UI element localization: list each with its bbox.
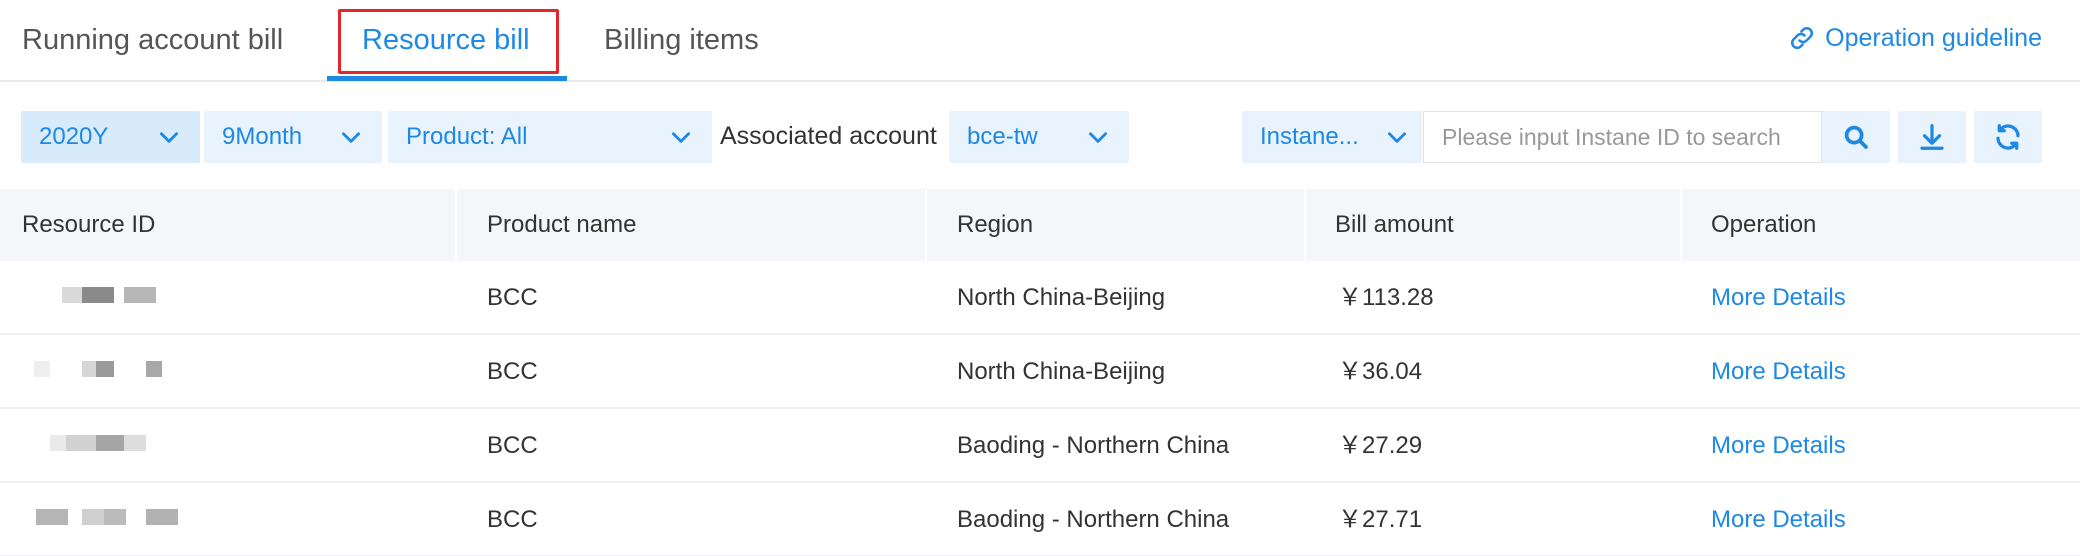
column-header-resource-id[interactable]: Resource ID <box>22 189 155 261</box>
more-details-link[interactable]: More Details <box>1711 409 1846 483</box>
product-select[interactable]: Product: All <box>388 111 712 163</box>
product-value: Product: All <box>406 123 528 150</box>
bill-amount-cell: ￥27.29 <box>1338 432 1423 459</box>
region-cell: North China-Beijing <box>957 358 1166 385</box>
download-icon <box>1920 124 1944 150</box>
table-row: BCC Baoding - Northern China ￥27.29 More… <box>0 409 2080 483</box>
redacted-resource-id <box>62 287 172 305</box>
account-select[interactable]: bce-tw <box>949 111 1129 163</box>
more-details-link[interactable]: More Details <box>1711 335 1846 409</box>
operation-guideline-link[interactable]: Operation guideline <box>1787 18 2042 58</box>
product-name-cell: BCC <box>487 432 538 459</box>
region-cell: Baoding - Northern China <box>957 432 1230 459</box>
highlight-annotation-box <box>338 9 559 74</box>
instance-type-select[interactable]: Instane... <box>1242 111 1422 163</box>
chevron-down-icon <box>1089 132 1107 143</box>
column-header-region[interactable]: Region <box>957 189 1033 261</box>
bill-amount-cell: ￥113.28 <box>1338 284 1434 311</box>
chevron-down-icon <box>342 132 360 143</box>
download-button[interactable] <box>1898 111 1966 163</box>
year-value: 2020Y <box>39 123 109 150</box>
bill-amount-cell: ￥36.04 <box>1338 358 1423 385</box>
region-cell: Baoding - Northern China <box>957 506 1230 533</box>
active-tab-indicator <box>327 76 567 81</box>
table-header: Resource ID Product name Region Bill amo… <box>0 189 2080 261</box>
column-header-product-name[interactable]: Product name <box>487 189 636 261</box>
more-details-link[interactable]: More Details <box>1711 261 1846 335</box>
column-divider <box>455 189 457 261</box>
column-header-bill-amount[interactable]: Bill amount <box>1335 189 1454 261</box>
link-icon <box>1791 26 1814 50</box>
associated-account-label: Associated account <box>720 122 937 150</box>
year-select[interactable]: 2020Y <box>21 111 200 163</box>
account-value: bce-tw <box>967 123 1038 150</box>
redacted-resource-id <box>50 435 150 453</box>
column-divider <box>925 189 927 261</box>
redacted-resource-id <box>36 509 186 527</box>
instance-search-input[interactable]: Please input Instane ID to search <box>1423 111 1822 163</box>
chevron-down-icon <box>1388 132 1406 143</box>
product-name-cell: BCC <box>487 506 538 533</box>
table-row: BCC Baoding - Northern China ￥27.71 More… <box>0 483 2080 556</box>
product-name-cell: BCC <box>487 284 538 311</box>
product-name-cell: BCC <box>487 358 538 385</box>
search-button[interactable] <box>1822 111 1890 163</box>
operation-guideline-label: Operation guideline <box>1825 23 2042 52</box>
redacted-resource-id <box>34 361 174 379</box>
column-divider <box>1304 189 1306 261</box>
more-details-link[interactable]: More Details <box>1711 483 1846 556</box>
table-row: BCC North China-Beijing ￥36.04 More Deta… <box>0 335 2080 409</box>
column-divider <box>1680 189 1682 261</box>
tab-bar: Running account bill Resource bill Billi… <box>0 0 2080 82</box>
bill-amount-cell: ￥27.71 <box>1338 506 1423 533</box>
column-header-operation[interactable]: Operation <box>1711 189 1816 261</box>
instance-type-value: Instane... <box>1260 123 1359 150</box>
tab-running-account-bill[interactable]: Running account bill <box>22 14 283 66</box>
table-row: BCC North China-Beijing ￥113.28 More Det… <box>0 261 2080 335</box>
tab-billing-items[interactable]: Billing items <box>604 14 759 66</box>
chevron-down-icon <box>672 132 690 143</box>
refresh-icon <box>1996 124 2020 150</box>
month-value: 9Month <box>222 123 303 150</box>
region-cell: North China-Beijing <box>957 284 1166 311</box>
chevron-down-icon <box>160 132 178 143</box>
search-icon <box>1844 125 1868 149</box>
month-select[interactable]: 9Month <box>204 111 382 163</box>
refresh-button[interactable] <box>1974 111 2042 163</box>
